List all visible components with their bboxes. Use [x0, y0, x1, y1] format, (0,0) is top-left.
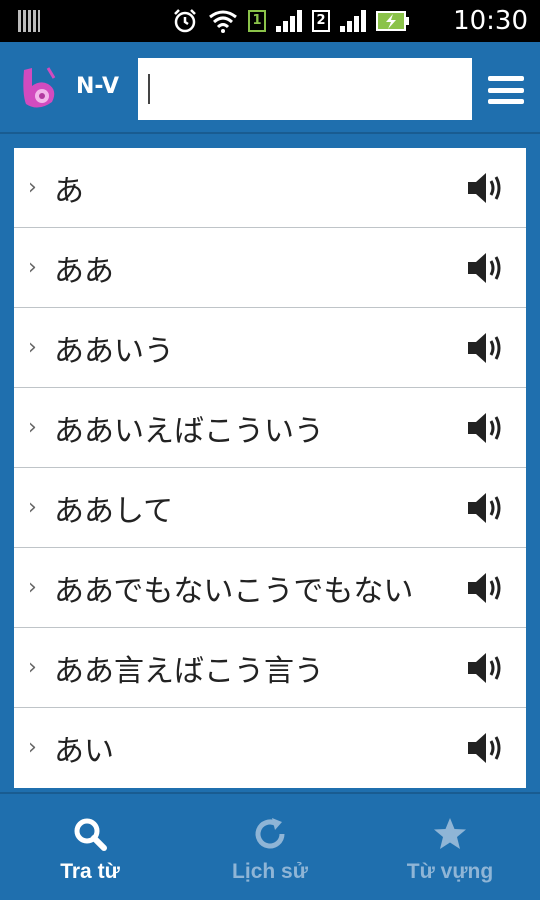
chevron-right-icon: ›: [28, 335, 37, 360]
app-logo-icon[interactable]: [18, 64, 62, 112]
signal-icon: [340, 10, 366, 32]
search-icon: [74, 818, 107, 851]
signal-icon: [276, 10, 302, 32]
list-item[interactable]: › ああでもないこうでもない: [14, 548, 526, 628]
tab-label: Từ vựng: [406, 860, 494, 883]
speaker-icon[interactable]: [466, 650, 506, 686]
notification-icon: [18, 10, 40, 32]
list-item[interactable]: › ああ言えばこう言う: [14, 628, 526, 708]
sim2-icon: 2: [312, 10, 330, 32]
tab-lich-su[interactable]: Lịch sử: [180, 794, 360, 900]
chevron-right-icon: ›: [28, 655, 37, 680]
word-label: ああ言えばこう言う: [54, 654, 324, 689]
chevron-right-icon: ›: [28, 415, 37, 440]
word-label: ああでもないこうでもない: [54, 574, 414, 609]
speaker-icon[interactable]: [466, 730, 506, 766]
chevron-right-icon: ›: [28, 175, 37, 200]
speaker-icon[interactable]: [466, 490, 506, 526]
tab-tu-vung[interactable]: Từ vựng: [360, 794, 540, 900]
battery-charging-icon: [376, 11, 409, 31]
clock: 10:30: [453, 6, 528, 36]
bottom-navigation: Tra từ Lịch sử Từ vựng: [0, 792, 540, 900]
star-icon: [434, 818, 466, 849]
speaker-icon[interactable]: [466, 250, 506, 286]
speaker-icon[interactable]: [466, 170, 506, 206]
sim1-icon: 1: [248, 10, 266, 32]
hamburger-menu-icon[interactable]: [488, 76, 524, 104]
list-item[interactable]: › あ: [14, 148, 526, 228]
chevron-right-icon: ›: [28, 735, 37, 760]
status-bar: 1 2 10:30: [0, 0, 540, 42]
wifi-icon: [209, 10, 237, 33]
list-item[interactable]: › ああいえばこういう: [14, 388, 526, 468]
language-pair-label[interactable]: N-V: [76, 74, 119, 99]
chevron-right-icon: ›: [28, 495, 37, 520]
speaker-icon[interactable]: [466, 330, 506, 366]
chevron-right-icon: ›: [28, 575, 37, 600]
app-header: N-V: [0, 42, 540, 134]
text-cursor: [148, 74, 150, 104]
tab-tra-tu[interactable]: Tra từ: [0, 794, 180, 900]
alarm-icon: [174, 9, 196, 33]
chevron-right-icon: ›: [28, 255, 37, 280]
word-label: ああいう: [54, 334, 174, 369]
list-item[interactable]: › ああいう: [14, 308, 526, 388]
word-label: ああして: [54, 494, 174, 529]
tab-label: Tra từ: [60, 860, 120, 883]
word-label: ああ: [54, 254, 114, 289]
speaker-icon[interactable]: [466, 410, 506, 446]
tab-label: Lịch sử: [232, 860, 308, 883]
word-label: あ: [54, 174, 84, 209]
list-item[interactable]: › ああして: [14, 468, 526, 548]
word-label: あい: [54, 734, 114, 769]
history-icon: [255, 818, 285, 849]
list-item[interactable]: › あい: [14, 708, 526, 788]
word-label: ああいえばこういう: [54, 414, 324, 449]
word-list: › あ › ああ › ああいう › ああいえばこういう › ああして › ああで…: [14, 148, 526, 788]
search-input[interactable]: [138, 58, 472, 120]
status-icons: 1 2: [172, 8, 410, 34]
list-item[interactable]: › ああ: [14, 228, 526, 308]
speaker-icon[interactable]: [466, 570, 506, 606]
